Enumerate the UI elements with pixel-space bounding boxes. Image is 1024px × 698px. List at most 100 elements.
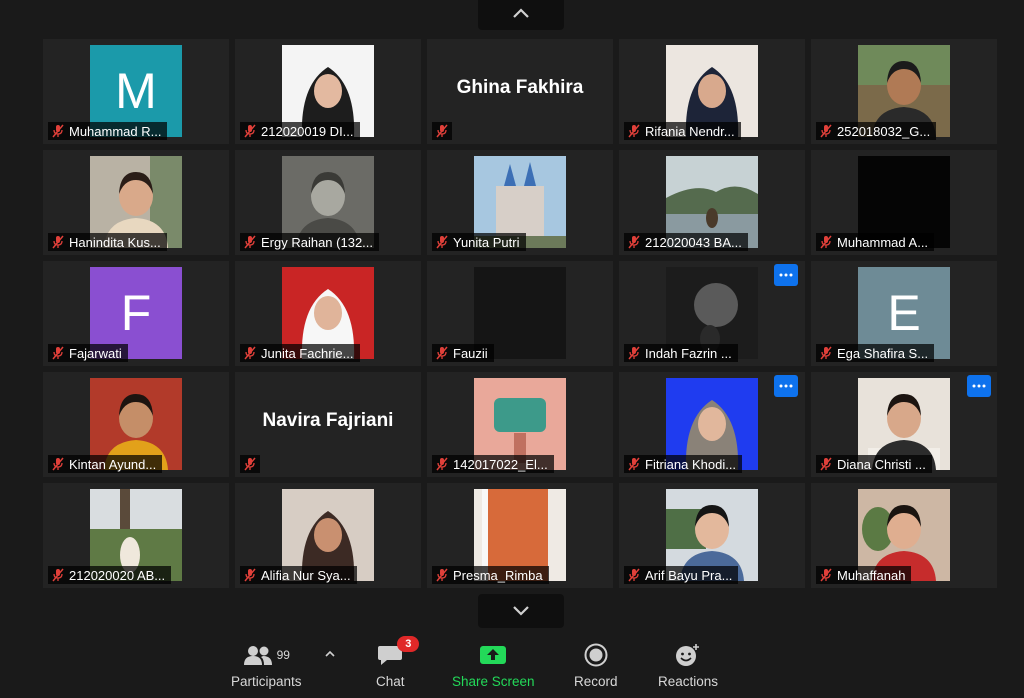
participant-tile[interactable]: E Ega Shafira S... xyxy=(811,261,997,366)
participant-name: Kintan Ayund... xyxy=(69,456,157,472)
participant-name: Fitriana Khodi... xyxy=(645,456,737,472)
participant-name: Junita Fachrie... xyxy=(261,345,354,361)
participant-tile[interactable]: M Muhammad R... xyxy=(43,39,229,144)
participant-name-label xyxy=(432,122,452,140)
record-button[interactable]: Record xyxy=(574,642,618,689)
muted-mic-icon xyxy=(820,457,832,471)
participants-icon xyxy=(243,646,272,665)
participant-tile[interactable]: Fitriana Khodi... xyxy=(619,372,805,477)
participant-name: Alifia Nur Sya... xyxy=(261,567,351,583)
participant-name-label: Junita Fachrie... xyxy=(240,344,360,362)
participant-name-label: Arif Bayu Pra... xyxy=(624,566,739,584)
participants-button[interactable]: 99 Participants xyxy=(231,642,302,689)
participant-name: Indah Fazrin ... xyxy=(645,345,732,361)
participant-tile[interactable]: Presma_Rimba xyxy=(427,483,613,588)
participant-name: Fajarwati xyxy=(69,345,122,361)
muted-mic-icon xyxy=(628,124,640,138)
muted-mic-icon xyxy=(52,124,64,138)
participant-name: Muhammad R... xyxy=(69,123,162,139)
muted-mic-icon xyxy=(244,235,256,249)
participant-name-label xyxy=(240,455,260,473)
reactions-icon xyxy=(676,644,700,666)
participant-tile[interactable]: Fauzii xyxy=(427,261,613,366)
more-options-icon xyxy=(779,384,793,388)
previous-page-button[interactable] xyxy=(478,0,564,30)
participant-tile[interactable]: Navira Fajriani xyxy=(235,372,421,477)
participant-name-label: 252018032_G... xyxy=(816,122,937,140)
muted-mic-icon xyxy=(52,568,64,582)
participant-tile[interactable]: Ghina Fakhira xyxy=(427,39,613,144)
participant-tile[interactable]: Junita Fachrie... xyxy=(235,261,421,366)
participant-name: Arif Bayu Pra... xyxy=(645,567,733,583)
share-screen-label: Share Screen xyxy=(452,674,535,689)
muted-mic-icon xyxy=(244,568,256,582)
participants-count: 99 xyxy=(276,648,290,662)
muted-mic-icon xyxy=(244,457,256,471)
participant-name-label: Rifania Nendr... xyxy=(624,122,741,140)
participant-tile[interactable]: Indah Fazrin ... xyxy=(619,261,805,366)
participant-tile[interactable]: Arif Bayu Pra... xyxy=(619,483,805,588)
participant-name-label: 142017022_El... xyxy=(432,455,554,473)
muted-mic-icon xyxy=(436,235,448,249)
participant-name: 212020020 AB... xyxy=(69,567,166,583)
participant-tile[interactable]: Diana Christi ... xyxy=(811,372,997,477)
chevron-up-icon xyxy=(325,650,335,657)
participant-name-label: Indah Fazrin ... xyxy=(624,344,738,362)
participant-name-label: Yunita Putri xyxy=(432,233,526,251)
more-options-button[interactable] xyxy=(967,375,991,397)
participant-tile[interactable]: Kintan Ayund... xyxy=(43,372,229,477)
participant-name-label: Muhaffanah xyxy=(816,566,912,584)
participant-name-label: Muhammad A... xyxy=(816,233,935,251)
participants-label: Participants xyxy=(231,674,302,689)
muted-mic-icon xyxy=(436,346,448,360)
muted-mic-icon xyxy=(820,235,832,249)
more-options-button[interactable] xyxy=(774,264,798,286)
participant-tile[interactable]: 212020043 BA... xyxy=(619,150,805,255)
muted-mic-icon xyxy=(52,346,64,360)
participant-name-label: Fauzii xyxy=(432,344,494,362)
participant-tile[interactable]: Hanindita Kus... xyxy=(43,150,229,255)
participant-display-name: Navira Fajriani xyxy=(262,410,394,431)
participants-menu-caret[interactable] xyxy=(324,646,336,664)
chevron-down-icon xyxy=(513,606,529,616)
participant-tile[interactable]: Muhammad A... xyxy=(811,150,997,255)
chat-label: Chat xyxy=(376,674,405,689)
participant-name-label: Ega Shafira S... xyxy=(816,344,935,362)
muted-mic-icon xyxy=(436,568,448,582)
record-icon xyxy=(584,643,608,667)
participant-tile[interactable]: Muhaffanah xyxy=(811,483,997,588)
participant-name: Rifania Nendr... xyxy=(645,123,735,139)
next-page-button[interactable] xyxy=(478,594,564,628)
participant-tile[interactable]: 252018032_G... xyxy=(811,39,997,144)
participant-name: Ega Shafira S... xyxy=(837,345,929,361)
participant-name: 142017022_El... xyxy=(453,456,548,472)
participant-tile[interactable]: 212020019 DI... xyxy=(235,39,421,144)
reactions-button[interactable]: Reactions xyxy=(658,642,718,689)
participant-name: Fauzii xyxy=(453,345,488,361)
participant-name: Hanindita Kus... xyxy=(69,234,161,250)
chevron-up-icon xyxy=(513,8,529,18)
participant-tile[interactable]: 212020020 AB... xyxy=(43,483,229,588)
participant-name-label: Hanindita Kus... xyxy=(48,233,167,251)
participant-tile[interactable]: Yunita Putri xyxy=(427,150,613,255)
meeting-toolbar: 99 Participants 3 Chat Share Screen Reco… xyxy=(0,632,1024,698)
participant-name-label: Kintan Ayund... xyxy=(48,455,163,473)
share-screen-button[interactable]: Share Screen xyxy=(452,642,535,689)
participant-name: Muhaffanah xyxy=(837,567,906,583)
chat-button[interactable]: 3 Chat xyxy=(376,636,420,689)
participant-name-label: Fajarwati xyxy=(48,344,128,362)
participant-tile[interactable]: F Fajarwati xyxy=(43,261,229,366)
participant-tile[interactable]: Ergy Raihan (132... xyxy=(235,150,421,255)
participant-tile[interactable]: Alifia Nur Sya... xyxy=(235,483,421,588)
muted-mic-icon xyxy=(628,568,640,582)
more-options-button[interactable] xyxy=(774,375,798,397)
muted-mic-icon xyxy=(820,346,832,360)
participant-tile[interactable]: Rifania Nendr... xyxy=(619,39,805,144)
muted-mic-icon xyxy=(52,235,64,249)
muted-mic-icon xyxy=(628,235,640,249)
participant-tile[interactable]: 142017022_El... xyxy=(427,372,613,477)
participant-display-name: Ghina Fakhira xyxy=(456,77,584,98)
participant-name: 212020019 DI... xyxy=(261,123,354,139)
muted-mic-icon xyxy=(52,457,64,471)
share-screen-icon xyxy=(480,646,507,664)
